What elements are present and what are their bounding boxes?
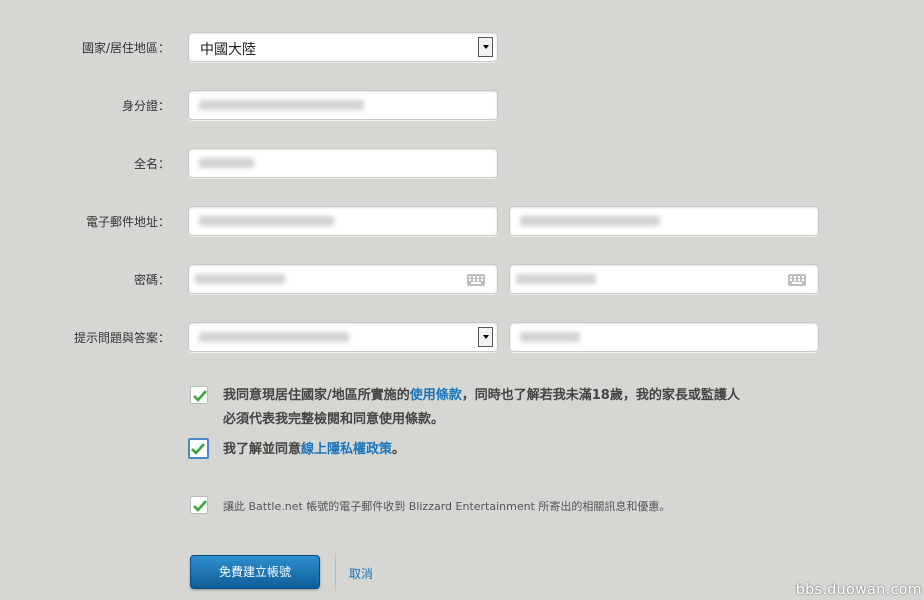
redacted-value xyxy=(199,216,334,226)
fullname-input[interactable] xyxy=(188,148,498,178)
redacted-value xyxy=(520,332,580,342)
divider xyxy=(335,553,336,591)
watermark: bbs.duowan.com xyxy=(795,582,922,598)
terms-checkbox[interactable] xyxy=(190,386,208,404)
email-optin-checkbox[interactable] xyxy=(190,496,208,514)
redacted-value xyxy=(199,158,254,168)
password-confirm-input[interactable] xyxy=(509,264,819,294)
security-answer-input[interactable] xyxy=(509,322,819,352)
privacy-text: 我了解並同意線上隱私權政策。 xyxy=(223,438,405,462)
email-input[interactable] xyxy=(188,206,498,236)
fullname-label: 全名： xyxy=(133,157,170,171)
id-input[interactable] xyxy=(188,90,498,120)
redacted-value xyxy=(516,274,596,284)
checkmark-icon xyxy=(193,500,207,512)
privacy-text-part: 。 xyxy=(392,442,406,457)
redacted-value xyxy=(520,216,660,226)
terms-text-part: ，同時也了解若我未滿18歲，我的家長或監護人 xyxy=(461,388,740,403)
privacy-link[interactable]: 線上隱私權政策 xyxy=(301,442,392,457)
country-label: 國家/居住地區： xyxy=(81,41,170,55)
id-label: 身分證： xyxy=(121,99,170,113)
security-label: 提示問題與答案： xyxy=(73,331,170,345)
privacy-checkbox[interactable] xyxy=(188,438,209,459)
email-confirm-input[interactable] xyxy=(509,206,819,236)
chevron-down-icon[interactable] xyxy=(478,327,493,347)
country-select-value: 中國大陸 xyxy=(200,42,256,58)
redacted-value xyxy=(199,100,364,110)
password-label: 密碼： xyxy=(133,273,170,287)
password-input[interactable] xyxy=(188,264,498,294)
cancel-link[interactable]: 取消 xyxy=(349,565,373,582)
redacted-value xyxy=(199,332,349,342)
keyboard-icon[interactable] xyxy=(788,274,806,286)
security-question-select[interactable] xyxy=(188,322,498,352)
keyboard-icon[interactable] xyxy=(467,274,485,286)
terms-text: 我同意現居住國家/地區所實施的使用條款，同時也了解若我未滿18歲，我的家長或監護… xyxy=(223,384,740,432)
terms-link[interactable]: 使用條款 xyxy=(410,388,462,403)
chevron-down-icon[interactable] xyxy=(478,37,493,57)
country-select[interactable]: 中國大陸 xyxy=(188,32,498,62)
email-optin-text: 讓此 Battle.net 帳號的電子郵件收到 Blizzard Enterta… xyxy=(223,500,671,513)
terms-text-part: 我同意現居住國家/地區所實施的 xyxy=(223,388,410,403)
redacted-value xyxy=(195,274,285,284)
privacy-text-part: 我了解並同意 xyxy=(223,442,302,457)
create-account-button[interactable]: 免費建立帳號 xyxy=(190,555,320,589)
email-label: 電子郵件地址： xyxy=(85,215,170,229)
checkmark-icon xyxy=(193,390,207,402)
terms-text-part: 必須代表我完整檢閱和同意使用條款。 xyxy=(223,412,445,427)
checkmark-icon xyxy=(191,443,205,455)
